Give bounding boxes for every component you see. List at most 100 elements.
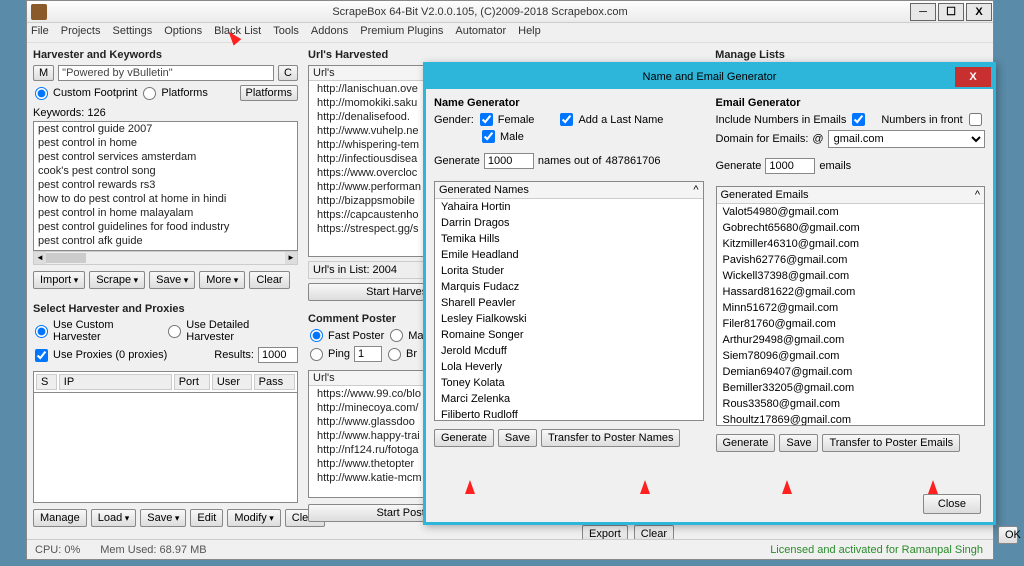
transfer-names-button[interactable]: Transfer to Poster Names — [541, 429, 681, 447]
save-emails-button[interactable]: Save — [779, 434, 818, 452]
scrape-button[interactable]: Scrape — [89, 271, 145, 289]
menu-help[interactable]: Help — [518, 25, 541, 40]
more-button[interactable]: More — [199, 271, 245, 289]
proxies-title: Select Harvester and Proxies — [33, 303, 298, 315]
list-item[interactable]: Gobrecht65680@gmail.com — [717, 220, 985, 236]
list-item[interactable]: Bemiller33205@gmail.com — [717, 380, 985, 396]
maximize-button[interactable]: ☐ — [938, 3, 964, 21]
generate-emails-label: Generate — [716, 160, 762, 172]
list-item[interactable]: Emile Headland — [435, 247, 703, 263]
dialog-title: Name and Email Generator — [426, 71, 993, 83]
generate-names-button[interactable]: Generate — [434, 429, 494, 447]
list-item[interactable]: Wickell37398@gmail.com — [717, 268, 985, 284]
proxy-table[interactable]: SIPPortUserPass — [33, 371, 298, 393]
list-item[interactable]: how to do pest control at home in hindi — [34, 192, 297, 206]
menu-addons[interactable]: Addons — [311, 25, 348, 40]
list-item[interactable]: Pavish62776@gmail.com — [717, 252, 985, 268]
m-button[interactable]: M — [33, 65, 54, 81]
list-item[interactable]: Arthur29498@gmail.com — [717, 332, 985, 348]
menu-tools[interactable]: Tools — [273, 25, 299, 40]
list-item[interactable]: Romaine Songer — [435, 327, 703, 343]
add-lastname-checkbox[interactable]: Add a Last Name — [558, 113, 663, 126]
list-item[interactable]: Marci Zelenka — [435, 391, 703, 407]
list-item[interactable]: Darrin Dragos — [435, 215, 703, 231]
menu-file[interactable]: File — [31, 25, 49, 40]
list-item[interactable]: Yahaira Hortin — [435, 199, 703, 215]
list-item[interactable]: Sharell Peavler — [435, 295, 703, 311]
list-item[interactable]: Demian69407@gmail.com — [717, 364, 985, 380]
list-item[interactable]: pest control afk guide — [34, 234, 297, 248]
names-count-input[interactable] — [484, 153, 534, 169]
list-item[interactable]: Lesley Fialkowski — [435, 311, 703, 327]
generated-names-list[interactable]: Generated Names^ Yahaira HortinDarrin Dr… — [434, 181, 704, 421]
platforms-radio[interactable]: Platforms — [141, 87, 207, 100]
dialog-close-button[interactable]: X — [955, 67, 991, 87]
load-proxies-button[interactable]: Load — [91, 509, 137, 527]
list-item[interactable]: Filer81760@gmail.com — [717, 316, 985, 332]
list-item[interactable]: Lola Heverly — [435, 359, 703, 375]
transfer-emails-button[interactable]: Transfer to Poster Emails — [822, 434, 960, 452]
results-input[interactable] — [258, 347, 298, 363]
list-item[interactable]: Kitzmiller46310@gmail.com — [717, 236, 985, 252]
clear-keywords-button[interactable]: Clear — [249, 271, 289, 289]
ma-radio[interactable]: Ma — [388, 329, 423, 342]
menu-projects[interactable]: Projects — [61, 25, 101, 40]
ok-button[interactable]: OK — [998, 526, 1018, 544]
keywords-scrollbar[interactable]: ◄► — [33, 251, 298, 265]
use-proxies-checkbox[interactable]: Use Proxies (0 proxies) — [33, 349, 167, 362]
fast-poster-radio[interactable]: Fast Poster — [308, 329, 384, 342]
list-item[interactable]: cook's pest control song — [34, 164, 297, 178]
dialog-close-btn[interactable]: Close — [923, 494, 981, 514]
list-item[interactable]: Filiberto Rudloff — [435, 407, 703, 421]
list-item[interactable]: Siem78096@gmail.com — [717, 348, 985, 364]
list-item[interactable]: Jerold Mcduff — [435, 343, 703, 359]
list-item[interactable]: pest control rewards rs3 — [34, 178, 297, 192]
save-proxies-button[interactable]: Save — [140, 509, 186, 527]
manage-button[interactable]: Manage — [33, 509, 87, 527]
female-checkbox[interactable]: Female — [478, 113, 535, 126]
list-item[interactable]: Minn51672@gmail.com — [717, 300, 985, 316]
minimize-button[interactable]: ─ — [910, 3, 936, 21]
menu-settings[interactable]: Settings — [112, 25, 152, 40]
proxy-table-body[interactable] — [33, 393, 298, 503]
c-button[interactable]: C — [278, 65, 298, 81]
modify-proxies-button[interactable]: Modify — [227, 509, 280, 527]
menu-premium[interactable]: Premium Plugins — [360, 25, 443, 40]
generated-emails-list[interactable]: Generated Emails^ Valot54980@gmail.comGo… — [716, 186, 986, 426]
list-item[interactable]: Lorita Studer — [435, 263, 703, 279]
close-button[interactable]: X — [966, 3, 992, 21]
list-item[interactable]: Hassard81622@gmail.com — [717, 284, 985, 300]
save-names-button[interactable]: Save — [498, 429, 537, 447]
domain-select[interactable]: gmail.com — [828, 130, 985, 148]
platforms-button[interactable]: Platforms — [240, 85, 298, 101]
list-item[interactable]: pest control in home malayalam — [34, 206, 297, 220]
list-item[interactable]: Shoultz17869@gmail.com — [717, 412, 985, 426]
ping-input[interactable] — [354, 346, 382, 362]
numbers-front-checkbox[interactable] — [969, 113, 982, 126]
list-item[interactable]: Toney Kolata — [435, 375, 703, 391]
list-item[interactable]: Marquis Fudacz — [435, 279, 703, 295]
generate-emails-button[interactable]: Generate — [716, 434, 776, 452]
emails-count-input[interactable] — [765, 158, 815, 174]
use-detailed-harvester-radio[interactable]: Use Detailed Harvester — [166, 319, 298, 343]
ping-radio[interactable]: Ping — [308, 348, 350, 361]
include-numbers-checkbox[interactable] — [852, 113, 865, 126]
save-keywords-button[interactable]: Save — [149, 271, 195, 289]
list-item[interactable]: Valot54980@gmail.com — [717, 204, 985, 220]
custom-footprint-radio[interactable]: Custom Footprint — [33, 87, 137, 100]
edit-proxies-button[interactable]: Edit — [190, 509, 223, 527]
keywords-list[interactable]: pest control guide 2007pest control in h… — [33, 121, 298, 251]
menu-options[interactable]: Options — [164, 25, 202, 40]
menu-automator[interactable]: Automator — [455, 25, 506, 40]
br-radio[interactable]: Br — [386, 348, 417, 361]
import-button[interactable]: Import — [33, 271, 85, 289]
list-item[interactable]: pest control guide 2007 — [34, 122, 297, 136]
use-custom-harvester-radio[interactable]: Use Custom Harvester — [33, 319, 162, 343]
list-item[interactable]: Rous33580@gmail.com — [717, 396, 985, 412]
list-item[interactable]: pest control services amsterdam — [34, 150, 297, 164]
list-item[interactable]: pest control in home — [34, 136, 297, 150]
male-checkbox[interactable]: Male — [480, 130, 524, 143]
footprint-input[interactable] — [58, 65, 274, 81]
list-item[interactable]: Temika Hills — [435, 231, 703, 247]
list-item[interactable]: pest control guidelines for food industr… — [34, 220, 297, 234]
